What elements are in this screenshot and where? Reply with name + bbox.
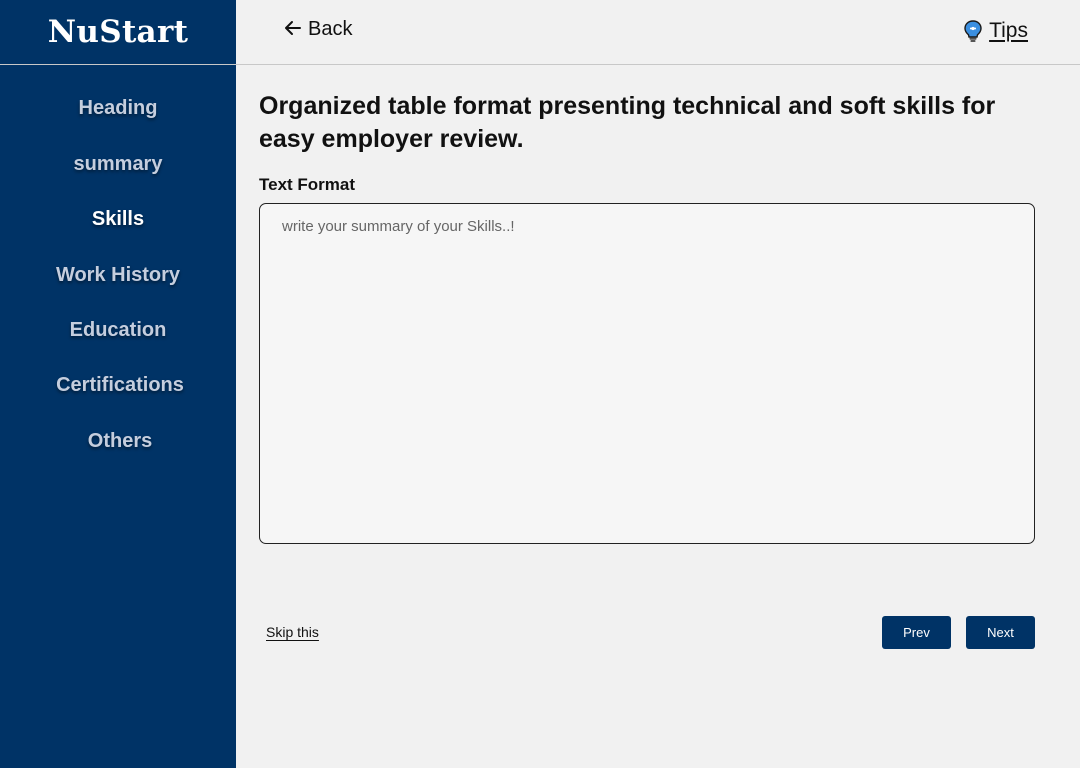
back-label: Back (308, 18, 353, 40)
page-title: Organized table format presenting techni… (259, 92, 996, 153)
app-root: NuStart Heading summary Skills Work Hist… (0, 0, 1080, 768)
skip-this-link[interactable]: Skip this (266, 624, 319, 640)
sidebar: NuStart Heading summary Skills Work Hist… (0, 0, 236, 768)
sidebar-item-skills[interactable]: Skills (0, 205, 236, 233)
top-header: Back Tips (236, 0, 1080, 65)
prev-button[interactable]: Prev (882, 616, 951, 649)
brand-logo: NuStart (0, 0, 236, 65)
text-format-label: Text Format (259, 175, 356, 194)
next-button[interactable]: Next (966, 616, 1035, 649)
sidebar-item-certifications[interactable]: Certifications (2, 371, 238, 399)
sidebar-item-summary[interactable]: summary (0, 150, 236, 178)
sidebar-item-heading[interactable]: Heading (0, 94, 236, 122)
sidebar-item-work-history[interactable]: Work History (0, 261, 236, 289)
arrow-left-icon (284, 20, 302, 40)
back-button[interactable]: Back (284, 18, 352, 41)
tips-link[interactable]: Tips (963, 19, 1028, 43)
sidebar-item-education[interactable]: Education (0, 316, 236, 344)
skills-summary-textarea[interactable] (259, 203, 1035, 544)
lightbulb-icon (963, 19, 983, 43)
tips-label: Tips (989, 19, 1028, 42)
sidebar-item-others[interactable]: Others (2, 427, 238, 455)
